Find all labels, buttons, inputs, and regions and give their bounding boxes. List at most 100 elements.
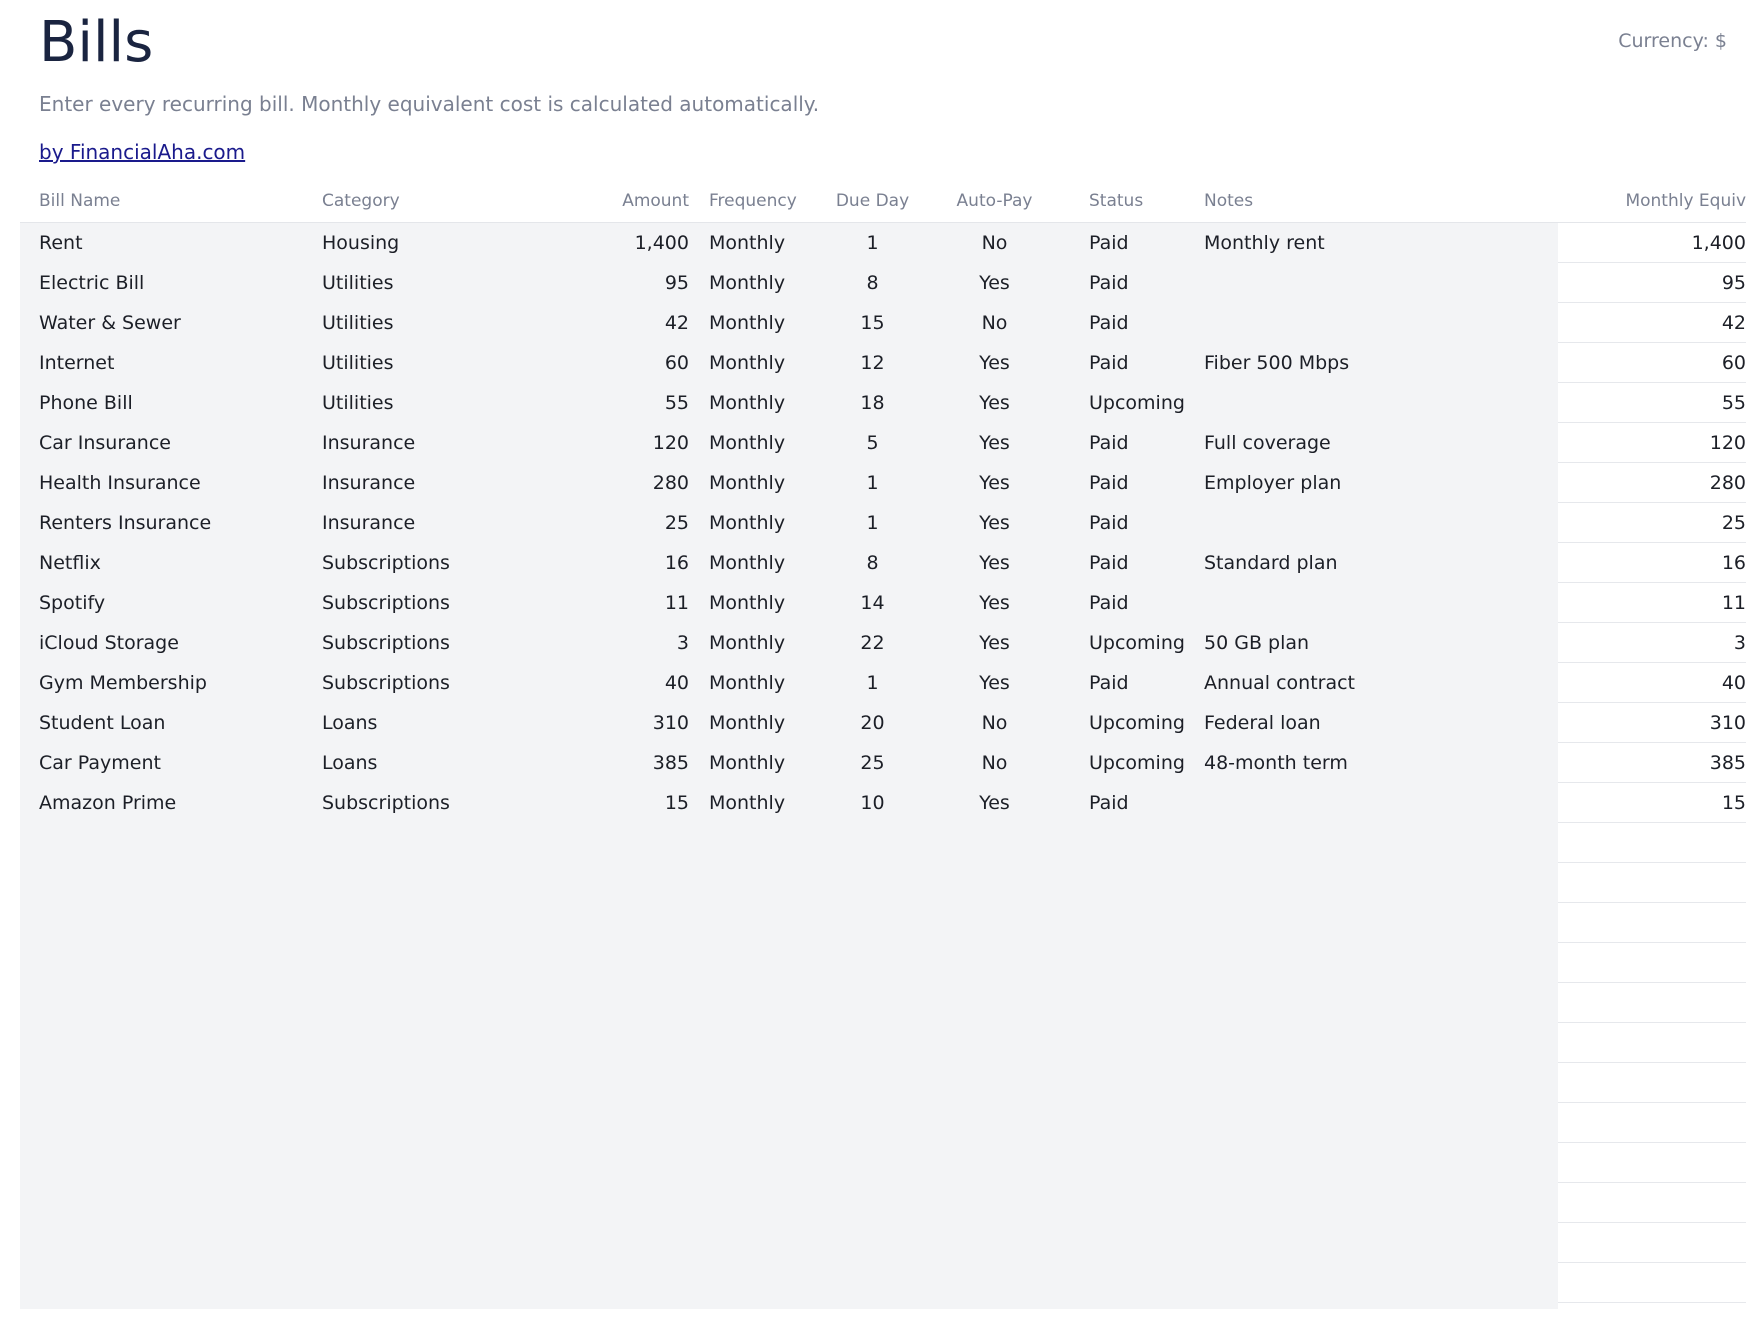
- empty-table-row[interactable]: [20, 1223, 1746, 1263]
- cell-category[interactable]: Loans: [322, 752, 581, 774]
- cell-category[interactable]: Subscriptions: [322, 632, 581, 654]
- cell-amount[interactable]: 1,400: [581, 232, 689, 254]
- empty-table-row[interactable]: [20, 1183, 1746, 1223]
- cell-amount[interactable]: 310: [581, 712, 689, 734]
- cell-bill-name[interactable]: Car Insurance: [20, 432, 322, 454]
- cell-status[interactable]: Paid: [1065, 512, 1204, 534]
- cell-amount[interactable]: 25: [581, 512, 689, 534]
- cell-due-day[interactable]: 22: [821, 632, 924, 654]
- column-header-auto-pay[interactable]: Auto-Pay: [924, 191, 1065, 211]
- cell-category[interactable]: Insurance: [322, 432, 581, 454]
- cell-auto-pay[interactable]: No: [924, 312, 1065, 334]
- empty-table-row[interactable]: [20, 1143, 1746, 1183]
- cell-amount[interactable]: 11: [581, 592, 689, 614]
- cell-bill-name[interactable]: Rent: [20, 232, 322, 254]
- column-header-due-day[interactable]: Due Day: [821, 191, 924, 211]
- cell-frequency[interactable]: Monthly: [689, 272, 821, 294]
- cell-status[interactable]: Upcoming: [1065, 392, 1204, 414]
- column-header-monthly-equiv[interactable]: Monthly Equiv: [1558, 191, 1746, 211]
- cell-amount[interactable]: 16: [581, 552, 689, 574]
- cell-category[interactable]: Utilities: [322, 392, 581, 414]
- cell-notes[interactable]: Employer plan: [1204, 472, 1558, 494]
- table-row[interactable]: Water & Sewer Utilities 42 Monthly 15 No Paid 4…: [20, 303, 1746, 343]
- cell-auto-pay[interactable]: Yes: [924, 632, 1065, 654]
- cell-due-day[interactable]: 8: [821, 272, 924, 294]
- cell-frequency[interactable]: Monthly: [689, 712, 821, 734]
- table-row[interactable]: Car Payment Loans 385 Monthly 25 No Upcoming 48…: [20, 743, 1746, 783]
- cell-due-day[interactable]: 12: [821, 352, 924, 374]
- table-row[interactable]: Student Loan Loans 310 Monthly 20 No Upcoming F…: [20, 703, 1746, 743]
- cell-frequency[interactable]: Monthly: [689, 432, 821, 454]
- cell-category[interactable]: Housing: [322, 232, 581, 254]
- cell-bill-name[interactable]: Spotify: [20, 592, 322, 614]
- cell-category[interactable]: Insurance: [322, 512, 581, 534]
- cell-due-day[interactable]: 20: [821, 712, 924, 734]
- cell-status[interactable]: Paid: [1065, 552, 1204, 574]
- cell-frequency[interactable]: Monthly: [689, 752, 821, 774]
- cell-category[interactable]: Loans: [322, 712, 581, 734]
- cell-status[interactable]: Paid: [1065, 352, 1204, 374]
- cell-bill-name[interactable]: Netflix: [20, 552, 322, 574]
- cell-amount[interactable]: 40: [581, 672, 689, 694]
- cell-auto-pay[interactable]: Yes: [924, 552, 1065, 574]
- table-row[interactable]: Phone Bill Utilities 55 Monthly 18 Yes Upcomin…: [20, 383, 1746, 423]
- table-row[interactable]: Car Insurance Insurance 120 Monthly 5 Yes Paid…: [20, 423, 1746, 463]
- cell-auto-pay[interactable]: Yes: [924, 672, 1065, 694]
- cell-frequency[interactable]: Monthly: [689, 592, 821, 614]
- cell-auto-pay[interactable]: No: [924, 752, 1065, 774]
- cell-category[interactable]: Subscriptions: [322, 672, 581, 694]
- table-row[interactable]: iCloud Storage Subscriptions 3 Monthly 22 Yes…: [20, 623, 1746, 663]
- empty-table-row[interactable]: [20, 1023, 1746, 1063]
- cell-amount[interactable]: 15: [581, 792, 689, 814]
- cell-category[interactable]: Subscriptions: [322, 592, 581, 614]
- cell-bill-name[interactable]: Car Payment: [20, 752, 322, 774]
- cell-frequency[interactable]: Monthly: [689, 672, 821, 694]
- cell-due-day[interactable]: 8: [821, 552, 924, 574]
- cell-status[interactable]: Paid: [1065, 272, 1204, 294]
- table-row[interactable]: Electric Bill Utilities 95 Monthly 8 Yes Paid 9…: [20, 263, 1746, 303]
- empty-table-row[interactable]: [20, 1103, 1746, 1143]
- cell-notes[interactable]: Fiber 500 Mbps: [1204, 352, 1558, 374]
- cell-bill-name[interactable]: Gym Membership: [20, 672, 322, 694]
- cell-due-day[interactable]: 15: [821, 312, 924, 334]
- table-row[interactable]: Renters Insurance Insurance 25 Monthly 1 Yes P…: [20, 503, 1746, 543]
- cell-status[interactable]: Upcoming: [1065, 632, 1204, 654]
- cell-amount[interactable]: 3: [581, 632, 689, 654]
- cell-bill-name[interactable]: Internet: [20, 352, 322, 374]
- cell-status[interactable]: Upcoming: [1065, 752, 1204, 774]
- cell-frequency[interactable]: Monthly: [689, 352, 821, 374]
- table-row[interactable]: Gym Membership Subscriptions 40 Monthly 1 Yes…: [20, 663, 1746, 703]
- cell-amount[interactable]: 95: [581, 272, 689, 294]
- column-header-frequency[interactable]: Frequency: [689, 191, 821, 211]
- cell-due-day[interactable]: 25: [821, 752, 924, 774]
- table-row[interactable]: Health Insurance Insurance 280 Monthly 1 Yes P…: [20, 463, 1746, 503]
- empty-table-row[interactable]: [20, 943, 1746, 983]
- table-row[interactable]: Netflix Subscriptions 16 Monthly 8 Yes Paid Sta…: [20, 543, 1746, 583]
- column-header-category[interactable]: Category: [322, 191, 581, 211]
- cell-due-day[interactable]: 14: [821, 592, 924, 614]
- cell-auto-pay[interactable]: Yes: [924, 592, 1065, 614]
- cell-auto-pay[interactable]: Yes: [924, 392, 1065, 414]
- cell-category[interactable]: Utilities: [322, 352, 581, 374]
- cell-auto-pay[interactable]: Yes: [924, 432, 1065, 454]
- cell-amount[interactable]: 385: [581, 752, 689, 774]
- column-header-status[interactable]: Status: [1065, 191, 1204, 211]
- column-header-amount[interactable]: Amount: [581, 191, 689, 211]
- cell-auto-pay[interactable]: Yes: [924, 472, 1065, 494]
- cell-bill-name[interactable]: Amazon Prime: [20, 792, 322, 814]
- cell-due-day[interactable]: 10: [821, 792, 924, 814]
- cell-notes[interactable]: Monthly rent: [1204, 232, 1558, 254]
- empty-table-row[interactable]: [20, 823, 1746, 863]
- cell-status[interactable]: Paid: [1065, 432, 1204, 454]
- cell-notes[interactable]: Standard plan: [1204, 552, 1558, 574]
- cell-notes[interactable]: 48-month term: [1204, 752, 1558, 774]
- cell-bill-name[interactable]: Water & Sewer: [20, 312, 322, 334]
- cell-status[interactable]: Paid: [1065, 232, 1204, 254]
- cell-auto-pay[interactable]: Yes: [924, 352, 1065, 374]
- cell-status[interactable]: Paid: [1065, 792, 1204, 814]
- cell-frequency[interactable]: Monthly: [689, 512, 821, 534]
- cell-category[interactable]: Insurance: [322, 472, 581, 494]
- table-row[interactable]: Rent Housing 1,400 Monthly 1 No Paid Monthly re…: [20, 223, 1746, 263]
- cell-category[interactable]: Subscriptions: [322, 552, 581, 574]
- cell-status[interactable]: Upcoming: [1065, 712, 1204, 734]
